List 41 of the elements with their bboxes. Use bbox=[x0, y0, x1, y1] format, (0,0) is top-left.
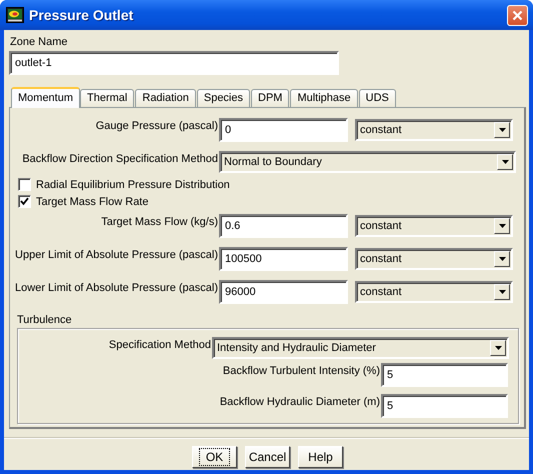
checkbox-label: Target Mass Flow Rate bbox=[36, 196, 148, 208]
dialog-button[interactable]: Help bbox=[298, 446, 343, 468]
field-label: Gauge Pressure (pascal) bbox=[94, 119, 219, 132]
dropdown[interactable]: constant bbox=[355, 248, 513, 270]
checkbox[interactable] bbox=[18, 178, 31, 191]
tab[interactable]: Multiphase bbox=[290, 89, 358, 107]
dialog-button[interactable]: Cancel bbox=[245, 446, 290, 468]
field-label: Upper Limit of Absolute Pressure (pascal) bbox=[14, 248, 219, 261]
input-field[interactable]: 5 bbox=[381, 394, 508, 418]
group-title: Turbulence bbox=[17, 314, 73, 327]
field-label: Backflow Turbulent Intensity (%) bbox=[222, 364, 381, 377]
window-title: Pressure Outlet bbox=[29, 7, 134, 23]
tab[interactable]: UDS bbox=[358, 89, 396, 107]
field-label: Zone Name bbox=[10, 36, 68, 50]
tab[interactable]: Thermal bbox=[80, 89, 134, 107]
dropdown[interactable]: constant bbox=[355, 119, 513, 141]
tab[interactable]: Species bbox=[196, 89, 250, 107]
dialog-button[interactable]: OK bbox=[192, 446, 237, 468]
field-label: Backflow Hydraulic Diameter (m) bbox=[218, 395, 381, 408]
field-label: Target Mass Flow (kg/s) bbox=[100, 215, 219, 228]
input-field[interactable]: 5 bbox=[381, 363, 508, 387]
tab[interactable]: DPM bbox=[251, 89, 290, 107]
close-button[interactable] bbox=[507, 4, 528, 26]
checkbox-label: Radial Equilibrium Pressure Distribution bbox=[36, 178, 230, 190]
input-field[interactable]: 0.6 bbox=[219, 214, 348, 238]
input-field[interactable]: outlet-1 bbox=[9, 51, 339, 75]
app-icon bbox=[6, 7, 24, 23]
tab[interactable]: Momentum bbox=[11, 87, 80, 108]
close-icon bbox=[512, 10, 523, 20]
tab[interactable]: Radiation bbox=[135, 89, 196, 107]
field-label: Specification Method bbox=[108, 338, 212, 351]
field-label: Backflow Direction Specification Method bbox=[21, 152, 219, 165]
dropdown[interactable]: constant bbox=[355, 215, 513, 237]
input-field[interactable]: 96000 bbox=[219, 280, 348, 304]
input-field[interactable]: 100500 bbox=[219, 247, 348, 271]
dropdown[interactable]: Intensity and Hydraulic Diameter bbox=[212, 337, 509, 359]
dropdown[interactable]: Normal to Boundary bbox=[219, 151, 516, 173]
checkbox[interactable] bbox=[18, 195, 31, 208]
input-field[interactable]: 0 bbox=[219, 118, 348, 142]
dropdown[interactable]: constant bbox=[355, 281, 513, 303]
field-label: Lower Limit of Absolute Pressure (pascal) bbox=[14, 281, 219, 294]
